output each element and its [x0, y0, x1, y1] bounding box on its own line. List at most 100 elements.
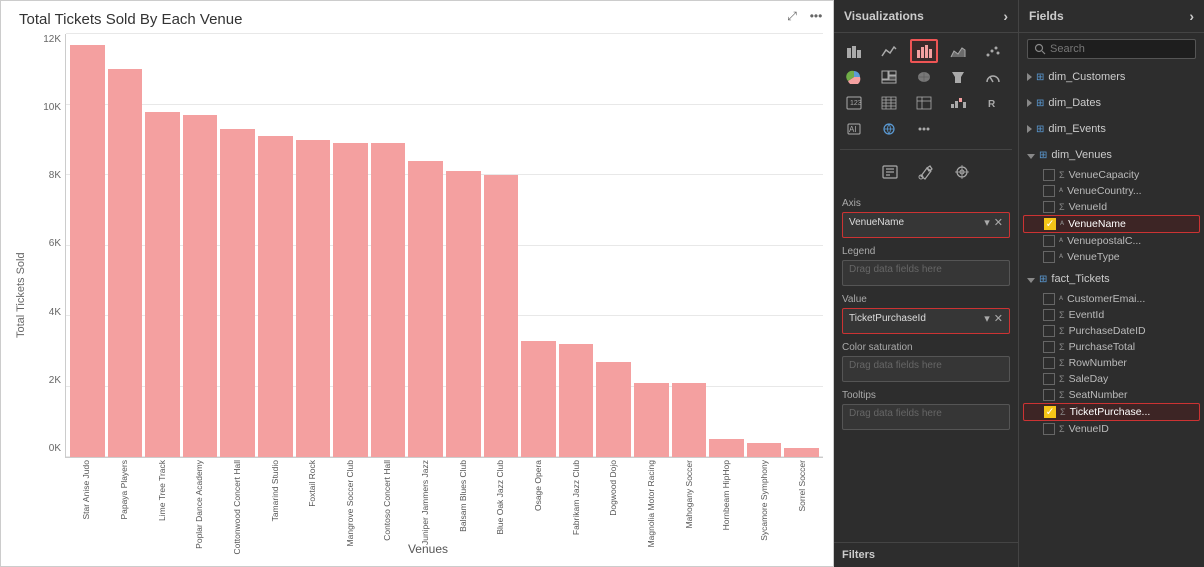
viz-map[interactable] — [910, 65, 938, 89]
field-item[interactable]: ΣSeatNumber — [1023, 387, 1200, 403]
viz-globe[interactable] — [875, 117, 903, 141]
viz-gauge[interactable] — [979, 65, 1007, 89]
bar-col[interactable] — [333, 34, 368, 457]
bar-col[interactable] — [183, 34, 218, 457]
field-checkbox[interactable] — [1043, 235, 1055, 247]
field-checkbox[interactable] — [1043, 341, 1055, 353]
field-checkbox[interactable]: ✓ — [1044, 406, 1056, 418]
table-icon: ⊞ — [1039, 274, 1047, 285]
bar-col[interactable] — [559, 34, 594, 457]
field-checkbox[interactable] — [1043, 293, 1055, 305]
field-item[interactable]: ΣPurchaseTotal — [1023, 339, 1200, 355]
field-checkbox[interactable] — [1043, 169, 1055, 181]
visualizations-expand[interactable]: › — [1003, 8, 1008, 24]
bar-col[interactable] — [108, 34, 143, 457]
viz-area[interactable] — [944, 39, 972, 63]
field-type-icon: Σ — [1059, 202, 1065, 212]
axis-dropdown-icon[interactable]: ▾ — [984, 216, 990, 229]
bar-col[interactable] — [672, 34, 707, 457]
field-item[interactable]: ΣVenueId — [1023, 199, 1200, 215]
field-group-label: dim_Events — [1048, 123, 1105, 135]
bar-col[interactable] — [145, 34, 180, 457]
viz-pie[interactable] — [840, 65, 868, 89]
bar-col[interactable] — [484, 34, 519, 457]
field-item[interactable]: ᴬVenueCountry... — [1023, 183, 1200, 199]
field-item[interactable]: ΣEventId — [1023, 307, 1200, 323]
field-checkbox[interactable] — [1043, 309, 1055, 321]
field-item[interactable]: ΣVenueID — [1023, 421, 1200, 437]
bar-col[interactable] — [446, 34, 481, 457]
viz-more[interactable] — [910, 117, 938, 141]
field-item[interactable]: ✓ΣTicketPurchase... — [1023, 403, 1200, 421]
viz-line[interactable] — [875, 39, 903, 63]
field-checkbox[interactable] — [1043, 389, 1055, 401]
viz-matrix[interactable] — [910, 91, 938, 115]
field-checkbox[interactable] — [1043, 357, 1055, 369]
bar-col[interactable] — [220, 34, 255, 457]
field-item[interactable]: ᴬVenueType — [1023, 249, 1200, 265]
viz-stacked-bar[interactable] — [840, 39, 868, 63]
value-remove-icon[interactable]: ✕ — [994, 312, 1003, 325]
viz-funnel[interactable] — [944, 65, 972, 89]
color-sat-well-box[interactable]: Drag data fields here — [842, 356, 1010, 382]
bar-col[interactable] — [747, 34, 782, 457]
tooltips-well-box[interactable]: Drag data fields here — [842, 404, 1010, 430]
field-checkbox[interactable] — [1043, 373, 1055, 385]
value-well-box[interactable]: TicketPurchaseId ▾ ✕ — [842, 308, 1010, 334]
bar-col[interactable] — [296, 34, 331, 457]
bar-col[interactable] — [784, 34, 819, 457]
field-item[interactable]: ΣSaleDay — [1023, 371, 1200, 387]
viz-ai[interactable]: AI — [840, 117, 868, 141]
field-item[interactable]: ΣRowNumber — [1023, 355, 1200, 371]
format-icon[interactable] — [874, 158, 906, 186]
bar-col[interactable] — [371, 34, 406, 457]
viz-waterfall[interactable] — [944, 91, 972, 115]
field-checkbox[interactable] — [1043, 201, 1055, 213]
bar-col[interactable] — [408, 34, 443, 457]
viz-bar-chart[interactable] — [910, 39, 938, 63]
expand-icon[interactable]: ⤢ — [783, 7, 801, 25]
field-checkbox[interactable] — [1043, 185, 1055, 197]
viz-table[interactable] — [875, 91, 903, 115]
viz-card[interactable]: 123 — [840, 91, 868, 115]
field-group-header[interactable]: ⊞dim_Customers — [1023, 65, 1200, 89]
x-label: Hornbeam HipHop — [721, 460, 731, 530]
bar-col[interactable] — [258, 34, 293, 457]
viz-treemap[interactable] — [875, 65, 903, 89]
field-item[interactable]: ᴬVenuepostalC... — [1023, 233, 1200, 249]
field-group-header[interactable]: ⊞dim_Venues — [1023, 143, 1200, 167]
field-checkbox[interactable] — [1043, 423, 1055, 435]
axis-well-box[interactable]: VenueName ▾ ✕ — [842, 212, 1010, 238]
search-input[interactable] — [1050, 43, 1189, 55]
x-label: Blue Oak Jazz Club — [495, 460, 505, 535]
legend-well-box[interactable]: Drag data fields here — [842, 260, 1010, 286]
analytics-icon[interactable] — [946, 158, 978, 186]
field-checkbox[interactable] — [1043, 251, 1055, 263]
viz-scatter[interactable] — [979, 39, 1007, 63]
axis-remove-icon[interactable]: ✕ — [994, 216, 1003, 229]
field-type-icon: Σ — [1059, 390, 1065, 400]
table-icon: ⊞ — [1036, 124, 1044, 135]
field-item[interactable]: ✓ᴬVenueName — [1023, 215, 1200, 233]
field-type-icon: Σ — [1059, 170, 1065, 180]
field-item[interactable]: ΣVenueCapacity — [1023, 167, 1200, 183]
paint-icon[interactable] — [910, 158, 942, 186]
bar-col[interactable] — [70, 34, 105, 457]
field-group-header[interactable]: ⊞dim_Dates — [1023, 91, 1200, 115]
bar-col[interactable] — [596, 34, 631, 457]
bar-col[interactable] — [709, 34, 744, 457]
field-type-icon: Σ — [1059, 342, 1065, 352]
fields-search-box[interactable] — [1027, 39, 1196, 59]
field-item[interactable]: ΣPurchaseDateID — [1023, 323, 1200, 339]
bar-col[interactable] — [634, 34, 669, 457]
fields-expand[interactable]: › — [1189, 8, 1194, 24]
field-group-header[interactable]: ⊞fact_Tickets — [1023, 267, 1200, 291]
field-checkbox[interactable]: ✓ — [1044, 218, 1056, 230]
viz-r[interactable]: R — [979, 91, 1007, 115]
field-item[interactable]: ᴬCustomerEmai... — [1023, 291, 1200, 307]
value-dropdown-icon[interactable]: ▾ — [984, 312, 990, 325]
more-options-icon[interactable]: ••• — [807, 7, 825, 25]
field-group-header[interactable]: ⊞ dim_Events — [1023, 117, 1200, 141]
bar-col[interactable] — [521, 34, 556, 457]
field-checkbox[interactable] — [1043, 325, 1055, 337]
